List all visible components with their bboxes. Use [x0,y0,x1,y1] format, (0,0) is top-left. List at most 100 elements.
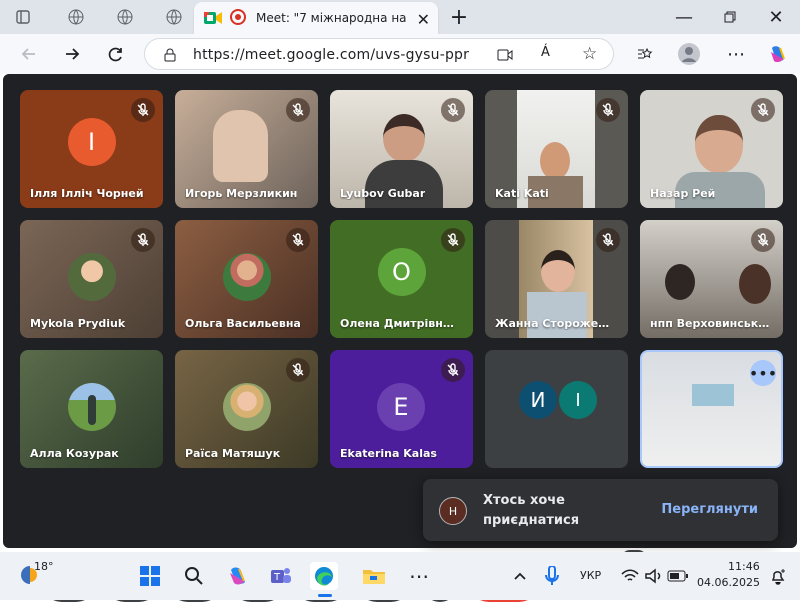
video-person [665,264,695,300]
system-time[interactable]: 11:46 [728,560,760,573]
participant-tile[interactable]: Kati Kati [485,90,628,208]
participant-name: Ілля Ілліч Чорней [30,187,144,200]
copilot-icon[interactable] [767,43,789,65]
lock-icon[interactable] [163,47,177,62]
more-options-icon[interactable]: ••• [749,360,777,386]
participant-avatar: И [519,381,557,419]
file-explorer-icon[interactable] [360,562,388,590]
self-view-tile[interactable]: ••• [640,350,783,468]
muted-mic-icon [286,228,310,252]
back-icon[interactable] [18,43,40,65]
edge-browser-icon[interactable] [310,562,338,590]
muted-mic-icon [441,358,465,382]
participant-tile[interactable]: Lyubov Gubar [330,90,473,208]
favorite-star-icon[interactable]: ☆ [582,44,597,64]
participant-avatar [67,252,116,301]
participant-tile[interactable]: Раїса Матяшук [175,350,318,468]
recording-icon [230,9,246,25]
system-date[interactable]: 04.06.2025 [697,576,760,589]
video-person [695,115,743,173]
participant-name: Олена Дмитрівна… [340,317,460,330]
participant-name: нпп Верховинськ… [650,317,770,330]
address-toolbar: https://meet.google.com/uvs-gysu-ppr Á … [0,34,800,74]
minimize-icon[interactable]: — [672,5,696,29]
view-request-button[interactable]: Переглянути [661,502,758,517]
join-request-toast: Н Хтось хоче приєднатися Переглянути [423,479,778,541]
address-bar[interactable]: https://meet.google.com/uvs-gysu-ppr Á … [144,38,614,70]
participant-tile[interactable]: Игорь Мерзликин [175,90,318,208]
participant-avatar: І [559,381,597,419]
globe-icon[interactable] [114,6,136,28]
participant-name: Раїса Матяшук [185,447,281,460]
participant-tile[interactable]: И І [485,350,628,468]
video-person [541,250,575,292]
refresh-icon[interactable] [105,43,127,65]
read-aloud-icon[interactable]: Á [541,45,550,60]
participant-tile[interactable]: Алла Козурак [20,350,163,468]
participant-tile[interactable]: І Ілля Ілліч Чорней [20,90,163,208]
muted-mic-icon [131,228,155,252]
more-menu-icon[interactable]: ⋯ [725,43,747,65]
participant-tile[interactable]: О Олена Дмитрівна… [330,220,473,338]
participant-avatar [67,382,116,431]
profile-avatar[interactable] [678,43,700,65]
close-tab-icon[interactable]: ✕ [417,10,430,29]
participant-avatar: І [67,117,116,166]
google-meet-icon [204,10,222,24]
windows-start-icon[interactable] [136,562,164,590]
muted-mic-icon [751,228,775,252]
participant-avatar: E [377,383,425,431]
weather-temperature: 18° [34,560,54,573]
join-request-message: Хтось хоче приєднатися [483,493,580,528]
overflow-apps-icon[interactable]: ⋯ [405,562,433,590]
browser-tab-strip: Meet: "7 міжнародна науко ✕ + — ✕ [0,0,800,34]
battery-icon[interactable] [664,562,692,590]
participant-tile[interactable]: Жанна Стороже… [485,220,628,338]
participant-tile[interactable]: E Ekaterina Kalas [330,350,473,468]
restore-icon[interactable] [718,5,742,29]
teams-icon[interactable]: T [267,562,295,590]
video-person [213,110,268,182]
participant-name: Игорь Мерзликин [185,187,298,200]
new-tab-icon[interactable]: + [448,5,470,30]
participant-tile[interactable]: Mykola Prydiuk [20,220,163,338]
participant-name: Ekaterina Kalas [340,447,437,460]
muted-mic-icon [441,98,465,122]
active-tab[interactable]: Meet: "7 міжнародна науко ✕ [194,2,438,34]
notifications-icon[interactable] [764,562,792,590]
participant-name: Ольга Васильевна [185,317,301,330]
close-window-icon[interactable]: ✕ [764,5,788,29]
participant-avatar [222,382,271,431]
search-icon[interactable] [180,562,208,590]
camera-icon[interactable] [497,47,513,66]
copilot-icon[interactable] [224,562,252,590]
requester-avatar: Н [439,497,467,525]
participant-tile[interactable]: нпп Верховинськ… [640,220,783,338]
participant-avatar: О [377,247,426,296]
video-person [540,142,570,180]
favorites-icon[interactable] [633,43,655,65]
forward-icon[interactable] [61,43,83,65]
muted-mic-icon [596,98,620,122]
tab-title: Meet: "7 міжнародна науко [256,11,406,25]
muted-mic-icon [286,358,310,382]
participant-name: Алла Козурак [30,447,119,460]
svg-text:T: T [273,572,281,583]
muted-mic-icon [596,228,620,252]
input-language[interactable]: УКР [580,569,601,582]
video-person [739,264,771,304]
active-app-indicator [318,594,332,597]
url-text[interactable]: https://meet.google.com/uvs-gysu-ppr [193,47,469,63]
muted-mic-icon [286,98,310,122]
participant-name: Жанна Стороже… [495,317,610,330]
participant-tile[interactable]: Назар Рей [640,90,783,208]
microphone-tray-icon[interactable] [538,562,566,590]
participant-avatar [222,252,271,301]
participant-name: Mykola Prydiuk [30,317,126,330]
participant-name: Kati Kati [495,187,549,200]
globe-icon[interactable] [65,6,87,28]
globe-icon[interactable] [163,6,185,28]
participant-tile[interactable]: Ольга Васильевна [175,220,318,338]
workspace-icon[interactable] [12,6,34,28]
show-hidden-icons[interactable] [506,562,534,590]
